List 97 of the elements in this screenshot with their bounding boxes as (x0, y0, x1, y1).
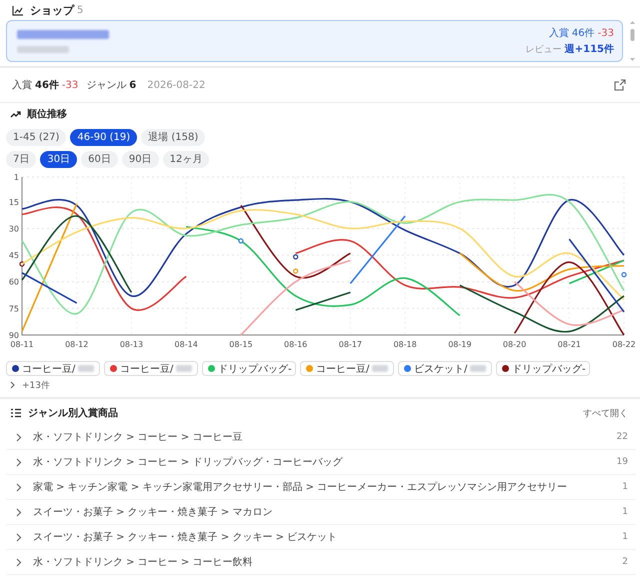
data-point (238, 238, 244, 244)
blurred-subtitle (17, 46, 69, 52)
summary-value: 46件 (35, 78, 59, 92)
y-tick-label: 75 (8, 304, 19, 314)
legend-label: コーヒー豆/ (120, 362, 174, 376)
chevron-right-icon (16, 432, 22, 442)
legend-item[interactable]: コーヒー豆/ (104, 361, 198, 376)
review-value: 週+115件 (564, 42, 614, 56)
legend-label: コーヒー豆/ (22, 362, 76, 376)
list-icon (10, 408, 22, 418)
section-title: ジャンル別入賞商品 (28, 406, 118, 420)
genre-row[interactable]: 水・ソフトドリンク > コーヒー > コーヒー豆 22 (6, 425, 636, 450)
y-tick-label: 30 (8, 224, 19, 234)
trend-icon (10, 109, 21, 119)
x-tick-label: 08-22 (612, 340, 636, 349)
chevron-right-icon (16, 508, 22, 516)
legend-item[interactable]: コーヒー豆/ (300, 361, 394, 376)
blurred-text (372, 365, 388, 372)
chevron-right-icon (16, 482, 22, 492)
summary-value: 6 (129, 80, 136, 90)
x-tick-label: 08-20 (502, 340, 526, 349)
genre-row[interactable]: 水・ソフトドリンク > コーヒー > ドリップバッグ・コーヒーバッグ 19 (6, 450, 636, 475)
data-point (19, 261, 25, 267)
shop-card[interactable]: 入賞 46件 -33 レビュー 週+115件 (6, 20, 623, 62)
x-tick-label: 08-17 (338, 340, 362, 349)
y-tick-label: 15 (8, 198, 19, 207)
blurred-text (176, 365, 192, 372)
section-title: 順位推移 (27, 108, 67, 121)
genre-count: 2 (622, 557, 628, 567)
genre-count: 22 (616, 432, 628, 442)
genre-row[interactable]: 家電 > キッチン家電 > キッチン家電用アクセサリー・部品 > コーヒーメーカー・エスプレッソマシン用アクセサリー 1 (6, 475, 636, 500)
y-tick-label: 60 (8, 278, 19, 287)
chevron-right-icon (16, 532, 22, 542)
stat-delta: -33 (598, 28, 614, 39)
filter-chip[interactable]: 46-90 (19) (70, 128, 138, 146)
summary-date: 2026-08-22 (147, 80, 206, 90)
genre-row[interactable]: スイーツ・お菓子 > クッキー・焼き菓子 > マカロン 1 (6, 500, 636, 525)
genre-count: 1 (622, 507, 628, 517)
summary-label: ジャンル (86, 79, 126, 92)
genre-count: 1 (622, 482, 628, 492)
genre-path: スイーツ・お菓子 > クッキー・焼き菓子 > クッキー > ビスケット (33, 530, 338, 544)
summary-label: 入賞 (12, 78, 32, 92)
genre-path: 水・ソフトドリンク > コーヒー > コーヒー飲料 (33, 556, 252, 569)
data-point (293, 254, 298, 260)
data-point (621, 272, 627, 278)
filter-chip[interactable]: 7日 (6, 150, 36, 168)
genre-count: 19 (616, 457, 628, 467)
expand-all-link[interactable]: すべて開く (583, 406, 636, 420)
x-tick-label: 08-18 (393, 340, 417, 349)
scrollbar-icon (629, 20, 636, 62)
stat-label: 入賞 (548, 26, 569, 40)
legend-label: コーヒー豆/ (316, 362, 370, 376)
shop-count: 5 (77, 4, 84, 16)
chevron-right-icon (16, 558, 22, 566)
legend-label: ドリップバッグ- (512, 362, 586, 376)
y-tick-label: 45 (8, 251, 19, 260)
x-tick-label: 08-13 (120, 340, 144, 349)
legend-item[interactable]: ドリップバッグ- (202, 361, 296, 376)
filter-chip[interactable]: 12ヶ月 (162, 150, 210, 168)
genre-path: スイーツ・お菓子 > クッキー・焼き菓子 > マカロン (33, 506, 272, 519)
x-tick-label: 08-15 (229, 340, 253, 349)
x-tick-label: 08-14 (174, 340, 198, 349)
x-tick-label: 08-21 (558, 340, 581, 349)
chevron-right-icon (16, 458, 22, 466)
x-tick-label: 08-19 (448, 340, 472, 349)
chart-icon (12, 4, 24, 16)
legend-item[interactable]: コーヒー豆/ (6, 361, 100, 376)
y-tick-label: 1 (14, 173, 19, 182)
legend-item[interactable]: ビスケット/ (398, 361, 492, 376)
blurred-text (78, 365, 94, 372)
genre-count: 1 (622, 532, 628, 542)
x-tick-label: 08-11 (10, 340, 34, 349)
filter-chip[interactable]: 90日 (122, 150, 159, 168)
data-point (293, 268, 298, 274)
genre-row[interactable]: スイーツ・お菓子 > クッキー・焼き菓子 > クッキー > ビスケット 1 (6, 525, 636, 550)
legend-item[interactable]: ドリップバッグ- (496, 361, 590, 376)
x-tick-label: 08-16 (284, 340, 308, 349)
filter-chip[interactable]: 30日 (40, 150, 78, 168)
legend-label: ドリップバッグ- (218, 362, 292, 376)
filter-chip[interactable]: 退場 (158) (141, 128, 206, 146)
review-label: レビュー (526, 44, 562, 56)
x-tick-label: 08-12 (65, 340, 88, 349)
filter-chip[interactable]: 60日 (81, 150, 118, 168)
genre-path: 水・ソフトドリンク > コーヒー > ドリップバッグ・コーヒーバッグ (33, 456, 342, 469)
y-tick-label: 90 (8, 331, 19, 340)
blurred-text (470, 365, 486, 372)
show-more-link[interactable]: +13件 (22, 378, 50, 392)
genre-row[interactable]: 水・ソフトドリンク > コーヒー > コーヒー飲料 2 (6, 550, 636, 575)
stat-value: 46件 (572, 27, 595, 40)
external-link-icon[interactable] (614, 79, 626, 91)
genre-path: 家電 > キッチン家電 > キッチン家電用アクセサリー・部品 > コーヒーメーカー・エスプレッソマシン用アクセサリー (33, 480, 568, 494)
filter-chip[interactable]: 1-45 (27) (6, 128, 66, 146)
genre-path: 水・ソフトドリンク > コーヒー > コーヒー豆 (33, 430, 242, 444)
summary-delta: -33 (62, 80, 78, 90)
chevron-right-icon (10, 381, 16, 389)
legend-label: ビスケット/ (414, 362, 468, 376)
section-title: ショップ (30, 2, 74, 18)
